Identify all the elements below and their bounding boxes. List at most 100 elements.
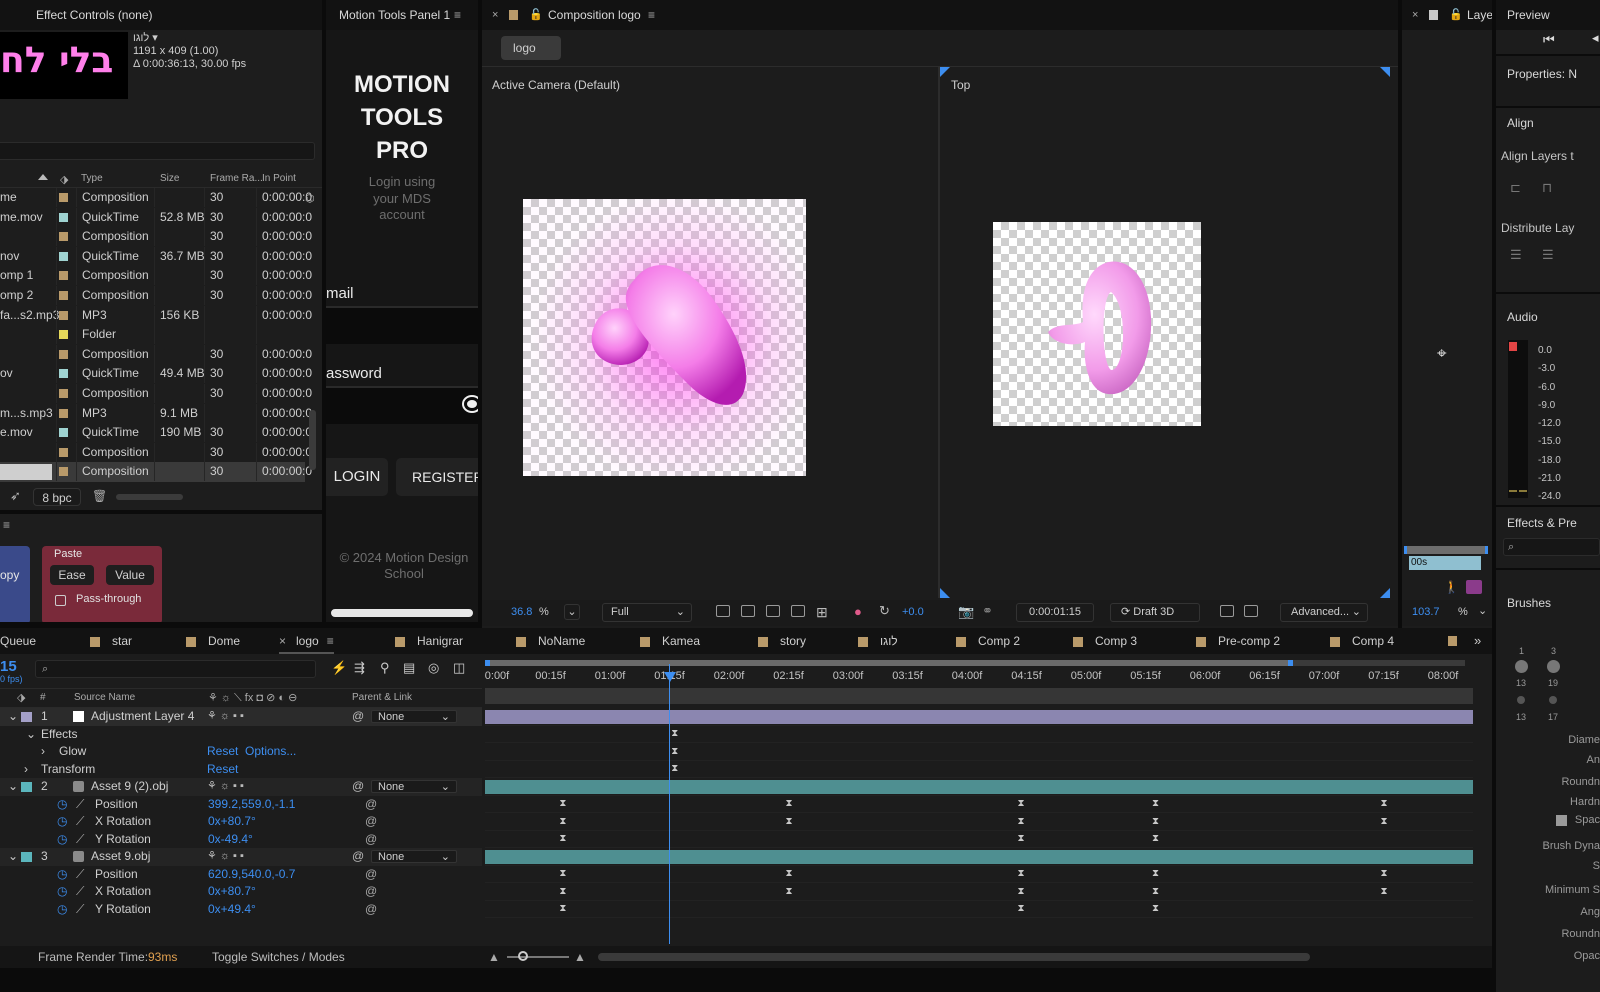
keyframe[interactable]: ⧗ [1151, 799, 1160, 809]
chevron-down-icon[interactable]: ⌄ [1478, 604, 1487, 617]
col-size[interactable]: Size [160, 173, 179, 184]
frame-blending-icon[interactable]: ▤ [403, 660, 415, 676]
project-item[interactable]: me.mov QuickTime 52.8 MB 30 0:00:00:0 [0, 207, 312, 228]
property-value[interactable]: 399.2,559.0,-1.1 [208, 796, 295, 814]
stopwatch-icon[interactable]: ◷ [57, 813, 67, 831]
label-color-swatch[interactable] [59, 330, 68, 340]
property-row[interactable]: ◷ ⟋ X Rotation 0x+80.7° @ [0, 813, 482, 831]
shy-layers-icon[interactable]: ⚲ [380, 660, 390, 676]
glow-options-link[interactable]: Options... [245, 743, 296, 761]
property-row[interactable]: ◷ ⟋ X Rotation 0x+80.7° @ [0, 883, 482, 901]
stopwatch-icon[interactable]: ◷ [57, 901, 67, 919]
stopwatch-icon[interactable]: ◷ [57, 883, 67, 901]
property-row[interactable]: ◷ ⟋ Position 620.9,540.0,-0.7 @ [0, 866, 482, 884]
pick-whip-icon[interactable]: @ [352, 778, 364, 796]
pick-whip-icon[interactable]: @ [352, 848, 364, 866]
renderer-button[interactable]: ⟳ Draft 3D [1110, 603, 1200, 622]
label-tag-icon[interactable]: ⬗ [60, 173, 68, 186]
keyframe[interactable]: ⧗ [1017, 904, 1026, 914]
parent-dropdown[interactable]: None ⌄ [371, 850, 457, 863]
render-queue-rocket-icon[interactable]: ➶ [10, 488, 21, 504]
label-color-swatch[interactable] [59, 467, 68, 477]
bpc-button[interactable]: 8 bpc [33, 488, 81, 506]
project-item[interactable]: nov QuickTime 36.7 MB 30 0:00:00:0 [0, 246, 312, 267]
property-row[interactable]: ◷ ⟋ Position 399.2,559.0,-1.1 @ [0, 796, 482, 814]
zoom-dropdown-chevron-icon[interactable]: ⌄ [564, 604, 580, 620]
advanced-dropdown[interactable]: Advanced... ⌄ [1280, 603, 1368, 622]
layer-duration-bar[interactable] [485, 780, 1473, 794]
layer-label-color[interactable] [21, 852, 32, 862]
current-time-field[interactable]: 0:00:01:15 [1016, 603, 1094, 622]
label-tag-icon[interactable]: ⬗ [17, 689, 25, 707]
keyframe[interactable]: ⧗ [1380, 816, 1389, 827]
brushes-title[interactable]: Brushes [1507, 596, 1551, 610]
first-frame-icon[interactable]: ⏮ [1543, 32, 1555, 48]
keyframe[interactable]: ⧗ [558, 834, 567, 844]
col-source-name[interactable]: Source Name [74, 689, 135, 707]
transform-reset-link[interactable]: Reset [207, 761, 238, 779]
keyframe[interactable]: ⧗ [1151, 904, 1160, 914]
draft-3d-icon[interactable]: ⇶ [354, 660, 365, 676]
layer-name[interactable]: Asset 9.obj [91, 848, 150, 866]
color-channels-icon[interactable]: ● [854, 604, 862, 619]
view-options-icon[interactable] [1244, 605, 1258, 617]
timeline-tab[interactable]: star [90, 628, 132, 654]
email-field[interactable] [326, 306, 478, 344]
tab-menu-icon[interactable]: ≡ [454, 0, 461, 30]
copy-box[interactable]: opy [0, 546, 30, 622]
expand-chevron-icon[interactable]: ⌄ [26, 726, 36, 744]
label-color-swatch[interactable] [59, 389, 68, 398]
layer-label-color[interactable] [21, 712, 32, 722]
project-item[interactable]: fa...s2.mp3 MP3 156 KB 0:00:00:0 [0, 305, 312, 326]
timeline-layer-row[interactable]: ⌄ 2 Asset 9 (2).obj ⚘ ☼ ▪ ▪ @ None ⌄ [0, 778, 482, 796]
tab-composition-logo[interactable]: Composition logo [548, 0, 641, 30]
project-item[interactable]: ov QuickTime 49.4 MB 30 0:00:00:0 [0, 364, 312, 384]
graph-icon[interactable]: ⟋ [76, 813, 84, 831]
layer-duration-bar[interactable] [485, 850, 1473, 864]
layer-switches[interactable]: ⚘ ☼ ▪ ▪ [207, 708, 244, 726]
project-item[interactable]: me Composition 30 0:00:00:0 [0, 188, 312, 208]
expression-pick-whip-icon[interactable]: @ [365, 866, 377, 884]
parent-dropdown[interactable]: None ⌄ [371, 710, 457, 723]
glow-keyframe[interactable]: ⧗ [670, 746, 679, 757]
project-item[interactable]: Composition 30 0:00:00:0 [0, 344, 312, 365]
layer-duration-bar[interactable] [485, 710, 1473, 724]
layer-zoom-value[interactable]: 103.7 [1412, 606, 1440, 618]
project-search-input[interactable] [0, 142, 315, 160]
register-button[interactable]: REGISTER [396, 458, 478, 496]
audio-title[interactable]: Audio [1507, 310, 1538, 324]
show-snapshot-icon[interactable]: ⚭ [982, 603, 993, 619]
show-password-eye-icon[interactable] [464, 397, 478, 411]
transform-group-row[interactable]: › Transform Reset [0, 761, 482, 779]
property-value[interactable]: 0x-49.4° [208, 831, 253, 849]
keyframe[interactable]: ⧗ [785, 869, 794, 879]
close-tab-icon[interactable]: × [1412, 0, 1418, 30]
keyframe[interactable]: ⧗ [1380, 799, 1389, 809]
lock-icon[interactable]: 🔓 [529, 0, 543, 30]
label-color-swatch[interactable] [59, 310, 68, 320]
keyframe[interactable]: ⧗ [558, 799, 567, 809]
zoom-value[interactable]: 36.8 [511, 606, 532, 618]
close-tab-icon[interactable]: × [279, 634, 286, 648]
close-tab-icon[interactable]: × [492, 0, 498, 30]
timeline-tab[interactable]: Comp 2 [956, 628, 1020, 654]
label-color-swatch[interactable] [59, 193, 68, 202]
tab-layer[interactable]: Laye [1467, 0, 1492, 30]
toggle-switches-button[interactable]: Toggle Switches / Modes [212, 946, 345, 968]
stopwatch-icon[interactable]: ◷ [57, 831, 67, 849]
project-item[interactable]: omp 1 Composition 30 0:00:00:0 [0, 266, 312, 286]
property-value[interactable]: 620.9,540.0,-0.7 [208, 866, 295, 884]
keyframe[interactable]: ⧗ [1017, 869, 1026, 879]
timeline-tab[interactable]: Comp 4 [1330, 628, 1394, 654]
brush-dot[interactable] [1515, 660, 1528, 673]
comp-name-arrow-icon[interactable]: ▾ [152, 32, 158, 44]
project-item[interactable]: Composition 30 0:00:00:0 [0, 384, 312, 404]
expression-pick-whip-icon[interactable]: @ [365, 831, 377, 849]
keyframe[interactable]: ⧗ [1017, 834, 1026, 844]
resolution-dropdown[interactable]: Full ⌄ [602, 603, 692, 622]
hierarchy-icon[interactable]: ⌬ [305, 192, 315, 205]
property-value[interactable]: 0x+49.4° [208, 901, 256, 919]
zoom-slider[interactable] [507, 956, 569, 958]
layer-label-color[interactable] [21, 782, 32, 792]
layer-switches[interactable]: ⚘ ☼ ▪ ▪ [207, 778, 244, 796]
